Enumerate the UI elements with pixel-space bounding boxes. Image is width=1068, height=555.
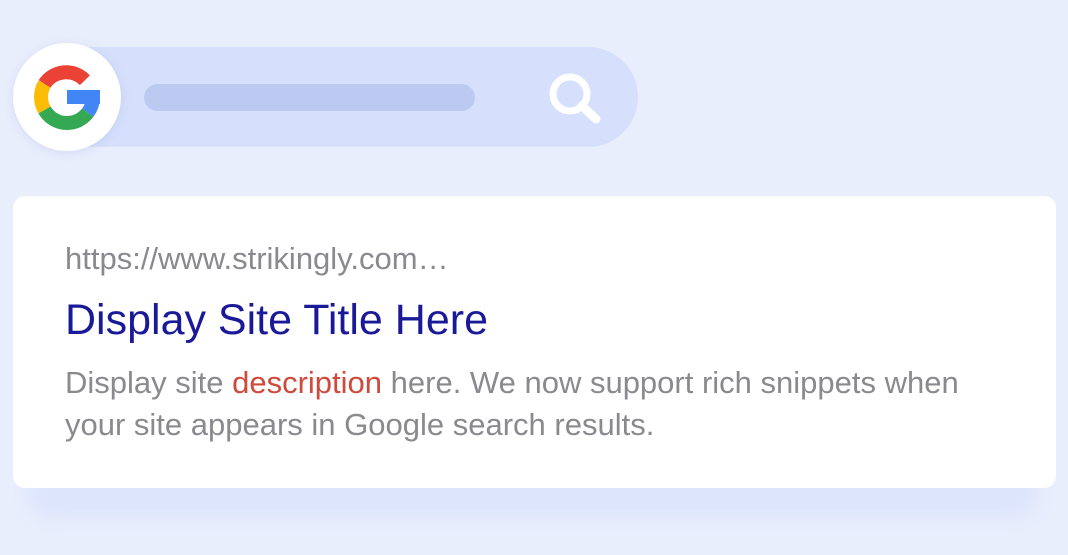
search-result-card: https://www.strikingly.com… Display Site… [13, 196, 1056, 488]
result-title-link[interactable]: Display Site Title Here [65, 294, 488, 346]
description-text-start: Display site [65, 365, 233, 400]
result-description: Display site description here. We now su… [65, 362, 1025, 446]
result-url[interactable]: https://www.strikingly.com… [65, 240, 449, 278]
search-icon[interactable] [543, 70, 605, 128]
google-logo-badge [13, 43, 121, 151]
description-highlighted-keyword: description [232, 365, 383, 400]
search-query-placeholder[interactable] [144, 84, 475, 111]
google-g-logo-icon [34, 65, 100, 130]
